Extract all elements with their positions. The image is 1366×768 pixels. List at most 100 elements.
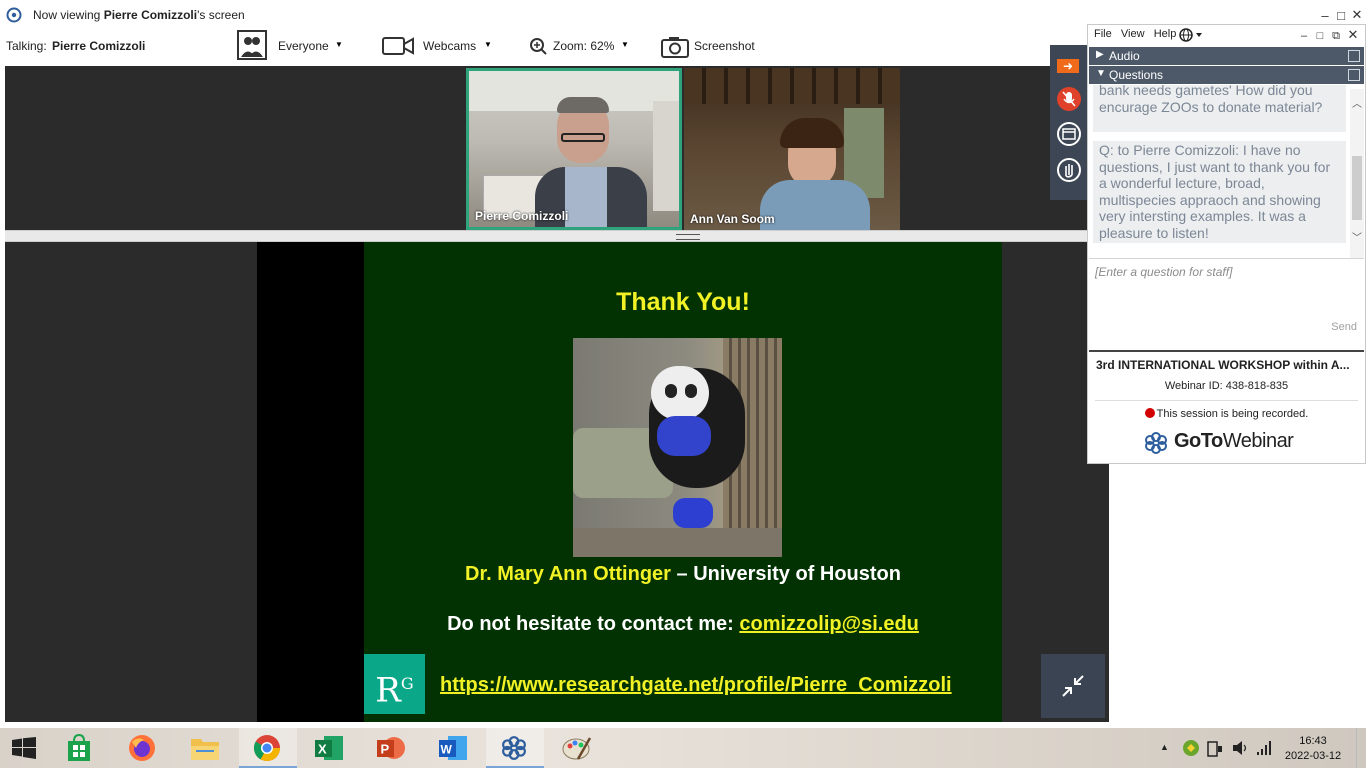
popout-icon[interactable]	[1348, 69, 1360, 81]
excel-icon: X	[315, 736, 343, 760]
people-icon	[237, 30, 267, 60]
security-tray-icon[interactable]	[1182, 739, 1200, 757]
raise-hand-icon[interactable]	[1057, 158, 1081, 182]
firefox-icon	[129, 735, 155, 761]
gotowebinar-logo-icon	[6, 7, 22, 23]
chevron-down-icon: ▼	[484, 40, 492, 49]
chevron-down-icon: ▼	[1096, 68, 1106, 79]
webinar-info: 3rd INTERNATIONAL WORKSHOP within A... W…	[1089, 350, 1364, 463]
questions-log[interactable]: bank needs gametes' How did you encurage…	[1088, 85, 1350, 257]
question-item: Q: to Pierre Comizzoli: I have no questi…	[1093, 141, 1346, 243]
question-input[interactable]: [Enter a question for staff]	[1089, 258, 1364, 306]
recording-dot-icon	[1144, 408, 1155, 418]
taskbar-excel[interactable]: X	[300, 728, 358, 768]
menu-help[interactable]: Help	[1154, 28, 1177, 40]
globe-language-icon[interactable]	[1179, 28, 1203, 42]
svg-text:X: X	[318, 742, 327, 757]
webcam-tile-presenter[interactable]: Pierre Comizzoli	[466, 68, 682, 230]
store-icon	[68, 734, 90, 761]
blue-glove	[673, 498, 713, 528]
splitter-grip-icon	[676, 234, 700, 240]
floor	[573, 528, 782, 557]
audio-section-header[interactable]: ▶ Audio	[1089, 47, 1364, 65]
volume-icon[interactable]	[1232, 739, 1248, 757]
svg-text:W: W	[441, 743, 453, 757]
panel-restore-icon[interactable]: □	[1313, 29, 1327, 43]
questions-scrollbar[interactable]: ︿ ﹀	[1350, 89, 1364, 259]
panel-close-icon[interactable]: ✕	[1346, 28, 1360, 42]
taskbar-gotowebinar[interactable]	[486, 728, 544, 768]
researchgate-logo: RG	[364, 654, 425, 714]
send-button[interactable]: Send	[1331, 321, 1357, 333]
gotowebinar-logo: GoToWebinar	[1145, 430, 1294, 454]
maximize-icon[interactable]: □	[1334, 9, 1348, 23]
clock-time: 16:43	[1299, 735, 1327, 747]
glasses	[561, 133, 605, 142]
taskbar-store[interactable]	[50, 728, 108, 768]
arrow-right-icon[interactable]: ➜	[1057, 59, 1079, 73]
popout-icon[interactable]	[1348, 50, 1360, 62]
zoom-icon	[530, 38, 547, 55]
webcams-label: Webcams	[423, 39, 477, 53]
gotowebinar-flower-icon	[1145, 432, 1167, 454]
webcam-icon	[382, 37, 414, 55]
taskbar-file-explorer[interactable]	[176, 728, 234, 768]
network-signal-icon[interactable]	[1256, 739, 1272, 757]
taskbar-powerpoint[interactable]: P	[362, 728, 420, 768]
researchgate-url-link[interactable]: https://www.researchgate.net/profile/Pie…	[440, 674, 952, 697]
chevron-down-icon: ▼	[335, 40, 343, 49]
webcams-dropdown[interactable]: Webcams ▼	[382, 30, 497, 62]
window-icon[interactable]	[1057, 122, 1081, 146]
talking-name: Pierre Comizzoli	[52, 39, 146, 53]
show-desktop-button[interactable]	[1356, 728, 1366, 768]
collapse-view-button[interactable]	[1041, 654, 1105, 718]
close-icon[interactable]: ✕	[1350, 8, 1364, 22]
audience-dropdown[interactable]: Everyone ▼	[236, 30, 346, 62]
scroll-up-icon[interactable]: ︿	[1352, 95, 1362, 110]
resize-splitter[interactable]	[5, 230, 1109, 242]
recording-status: This session is being recorded.	[1089, 408, 1364, 420]
panel-minimize-icon[interactable]: –	[1297, 29, 1311, 43]
webcam-name-label: Ann Van Soom	[690, 212, 775, 226]
battery-plug-icon[interactable]	[1207, 739, 1223, 757]
window-title: Now viewing Pierre Comizzoli's screen	[33, 8, 245, 22]
minimize-icon[interactable]: –	[1318, 9, 1332, 23]
talking-label: Talking:	[6, 39, 47, 53]
scroll-down-icon[interactable]: ﹀	[1352, 229, 1362, 244]
chevron-right-icon: ▶	[1096, 49, 1104, 60]
panel-popout-icon[interactable]: ⧉	[1329, 29, 1343, 43]
taskbar-word[interactable]: W	[424, 728, 482, 768]
powerpoint-icon: P	[377, 737, 405, 759]
gotowebinar-icon	[502, 736, 526, 760]
screenshot-label: Screenshot	[694, 39, 755, 53]
folder-icon	[191, 739, 219, 760]
taskbar-paint[interactable]	[548, 728, 606, 768]
zoom-label: Zoom: 62%	[553, 39, 615, 53]
person-hair	[780, 118, 844, 148]
taskbar-clock[interactable]: 16:43 2022-03-12	[1283, 734, 1343, 764]
person-jacket	[760, 180, 870, 230]
chevron-down-icon: ▼	[621, 40, 629, 49]
panda-photo	[573, 338, 782, 557]
questions-section-header[interactable]: ▼ Questions	[1089, 66, 1364, 84]
zoom-dropdown[interactable]: Zoom: 62% ▼	[528, 30, 632, 62]
svg-text:P: P	[381, 742, 390, 757]
question-input-area[interactable]	[1089, 307, 1364, 347]
webcam-tile-attendee[interactable]: Ann Van Soom	[684, 68, 900, 230]
slide-contact: Do not hesitate to contact me: comizzoli…	[447, 613, 919, 635]
contact-email-link[interactable]: comizzolip@si.edu	[739, 613, 919, 635]
taskbar-firefox[interactable]	[113, 728, 171, 768]
menu-view[interactable]: View	[1121, 28, 1145, 40]
start-button[interactable]	[0, 728, 50, 768]
webinar-id: Webinar ID: 438-818-835	[1164, 380, 1289, 392]
microphone-muted-icon[interactable]	[1057, 87, 1081, 111]
slide-author: Dr. Mary Ann Ottinger – University of Ho…	[465, 563, 901, 585]
taskbar-chrome[interactable]	[239, 728, 297, 768]
collapse-arrows-icon	[1062, 675, 1084, 697]
show-hidden-icons[interactable]: ▲	[1160, 742, 1169, 752]
scrollbar-thumb[interactable]	[1352, 156, 1362, 220]
screenshot-button[interactable]: Screenshot	[661, 30, 771, 62]
menu-file[interactable]: File	[1094, 28, 1112, 40]
paint-icon	[562, 737, 592, 760]
presentation-slide: Thank You! Dr. Mary Ann Ottinger – Unive…	[364, 242, 1002, 722]
